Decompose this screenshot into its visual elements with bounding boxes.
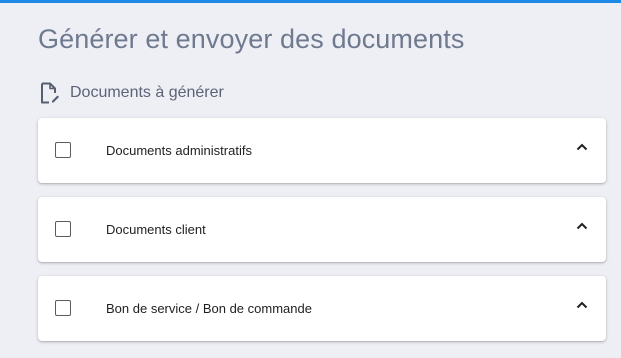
chevron-up-icon[interactable] [576, 297, 588, 309]
accordion-item-administrative[interactable]: Documents administratifs [38, 118, 606, 183]
accordion-item-client[interactable]: Documents client [38, 197, 606, 262]
checkbox-client[interactable] [55, 221, 71, 237]
checkbox-service-order[interactable] [55, 300, 71, 316]
accordion-item-service-order[interactable]: Bon de service / Bon de commande [38, 276, 606, 341]
accordion-label: Bon de service / Bon de commande [106, 301, 312, 316]
chevron-up-icon[interactable] [576, 139, 588, 151]
page-title: Générer et envoyer des documents [38, 24, 465, 54]
top-accent-bar [0, 0, 621, 3]
accordion-label: Documents administratifs [106, 143, 252, 158]
section-title: Documents à générer [70, 84, 224, 101]
accordion-label: Documents client [106, 222, 206, 237]
section-header: Documents à générer [40, 82, 224, 104]
checkbox-administrative[interactable] [55, 142, 71, 158]
chevron-up-icon[interactable] [576, 218, 588, 230]
document-edit-icon [40, 82, 60, 104]
